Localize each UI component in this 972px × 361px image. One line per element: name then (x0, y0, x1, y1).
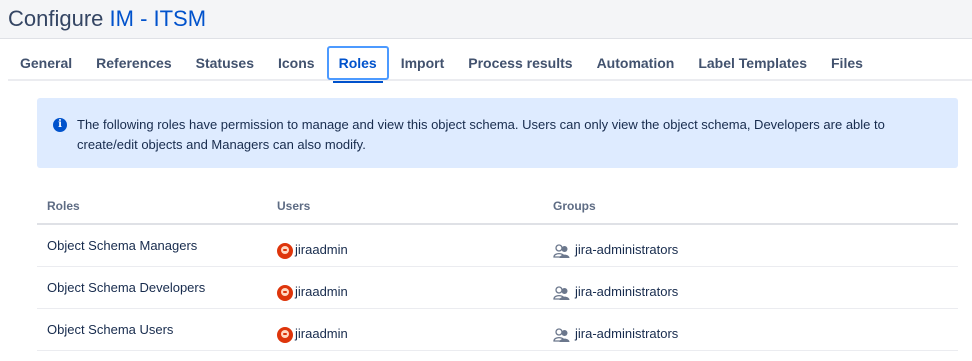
title-prefix: Configure (8, 6, 110, 31)
tab-label-templates[interactable]: Label Templates (686, 46, 819, 80)
avatar (277, 327, 293, 343)
tab-bar: General References Statuses Icons Roles … (8, 46, 972, 83)
info-text: The following roles have permission to m… (77, 117, 885, 152)
user-cell[interactable]: jiraadmin (267, 225, 543, 266)
user-name[interactable]: jiraadmin (295, 284, 348, 299)
user-cell[interactable]: jiraadmin (267, 309, 543, 350)
info-message: i The following roles have permission to… (37, 98, 958, 168)
tab-references[interactable]: References (84, 46, 184, 80)
tab-general[interactable]: General (8, 46, 84, 80)
group-icon (553, 328, 570, 342)
table-row: Object Schema Users jiraadmin jira-admin… (37, 309, 958, 351)
group-cell[interactable]: jira-administrators (543, 309, 958, 350)
column-header-users: Users (277, 198, 311, 213)
page-title: Configure IM - ITSM (8, 6, 206, 32)
info-icon: i (53, 118, 67, 132)
group-name[interactable]: jira-administrators (575, 284, 678, 299)
user-name[interactable]: jiraadmin (295, 326, 348, 341)
group-cell[interactable]: jira-administrators (543, 267, 958, 308)
tab-process-results[interactable]: Process results (456, 46, 584, 80)
tab-automation[interactable]: Automation (585, 46, 687, 80)
group-icon (553, 286, 570, 300)
role-name: Object Schema Users (47, 322, 174, 337)
table-row: Object Schema Managers jiraadmin jira-ad… (37, 225, 958, 267)
avatar (277, 285, 293, 301)
group-name[interactable]: jira-administrators (575, 326, 678, 341)
role-name: Object Schema Managers (47, 238, 198, 253)
user-cell[interactable]: jiraadmin (267, 267, 543, 308)
tab-files[interactable]: Files (819, 46, 875, 80)
tab-roles[interactable]: Roles (326, 46, 389, 83)
page-header: Configure IM - ITSM (0, 0, 972, 39)
tab-import[interactable]: Import (389, 46, 457, 80)
table-header: Roles Users Groups (37, 188, 958, 225)
group-icon (553, 244, 570, 258)
role-name: Object Schema Developers (47, 280, 206, 295)
roles-table: Roles Users Groups Object Schema Manager… (37, 188, 958, 351)
column-header-groups: Groups (553, 198, 596, 213)
avatar (277, 243, 293, 259)
tab-icons[interactable]: Icons (266, 46, 327, 80)
column-header-roles: Roles (47, 198, 80, 213)
tab-statuses[interactable]: Statuses (184, 46, 266, 80)
group-name[interactable]: jira-administrators (575, 242, 678, 257)
group-cell[interactable]: jira-administrators (543, 225, 958, 266)
table-row: Object Schema Developers jiraadmin jira-… (37, 267, 958, 309)
schema-name[interactable]: IM - ITSM (110, 6, 207, 31)
user-name[interactable]: jiraadmin (295, 242, 348, 257)
